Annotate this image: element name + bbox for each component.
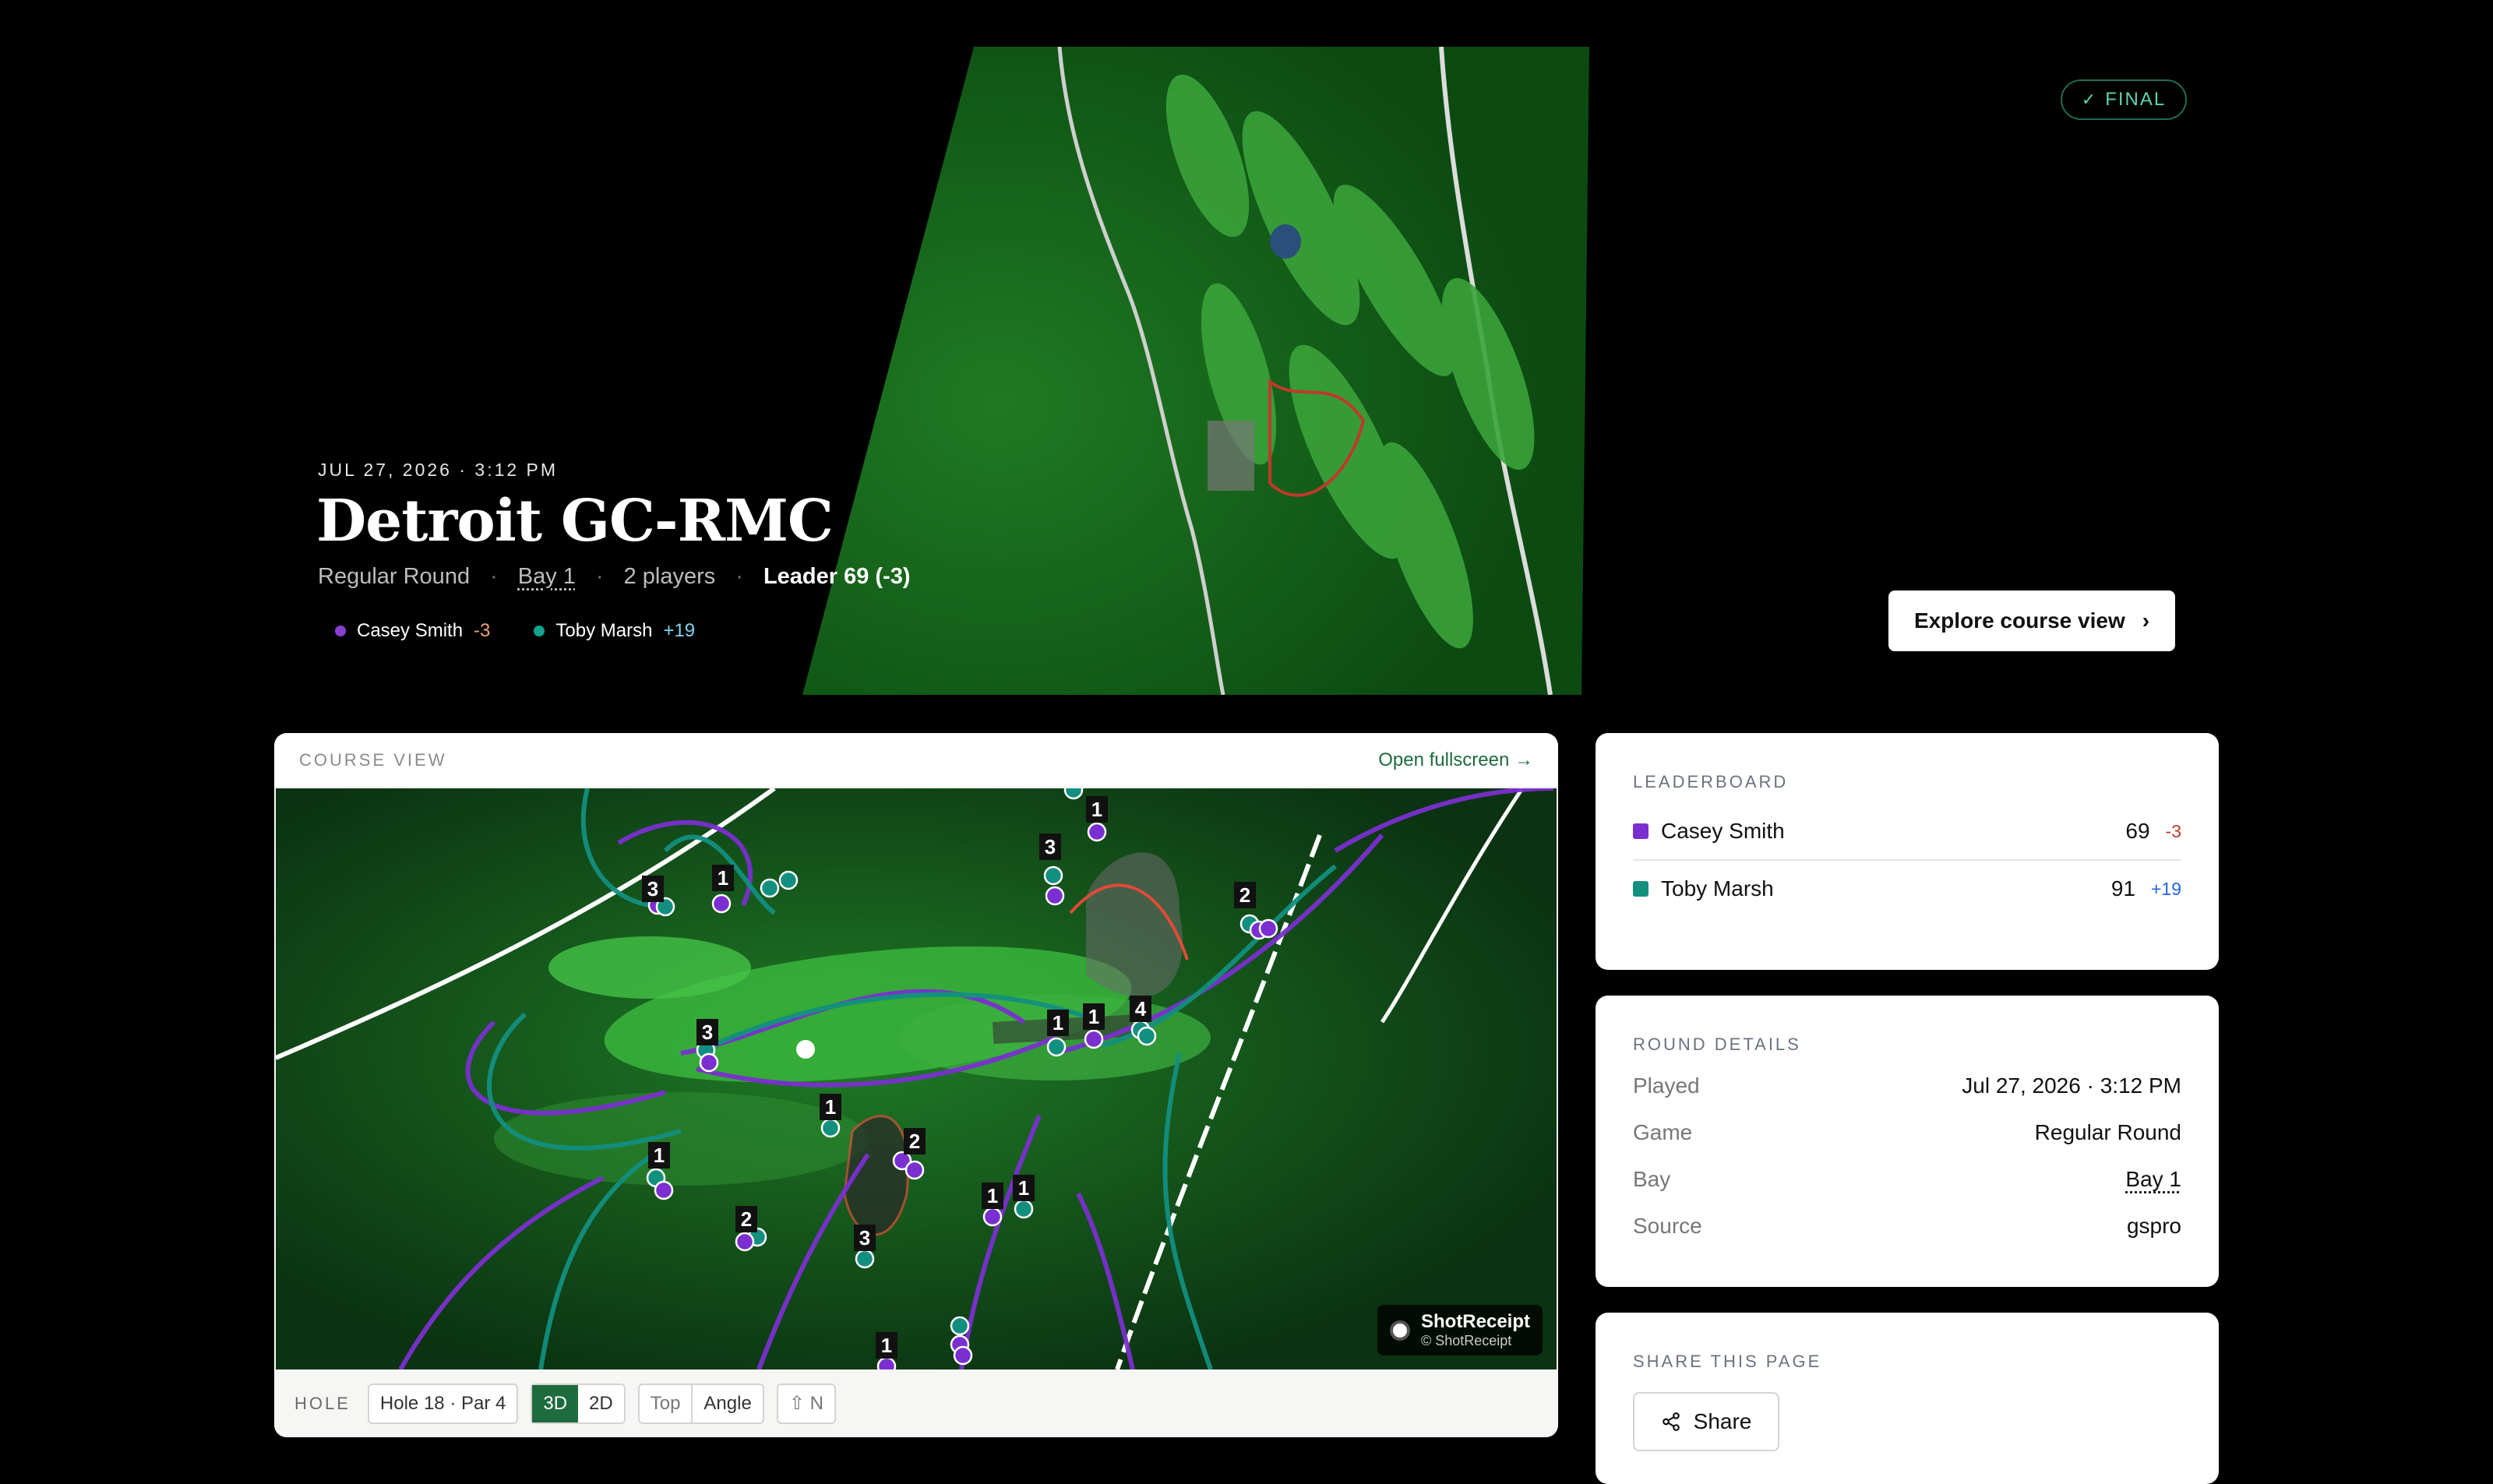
round-details-label: ROUND DETAILS [1633,1035,1801,1054]
separator: · [595,564,604,589]
chevron-right-icon: › [2142,608,2150,633]
share-label: SHARE THIS PAGE [1633,1352,1822,1371]
explore-course-button[interactable]: Explore course view › [1888,590,2175,651]
player-legend-item: Toby Marsh +19 [534,620,695,642]
leaderboard-card: LEADERBOARD Casey Smith 69 -3 Toby Marsh… [1596,733,2219,970]
north-button[interactable]: ⇧ N [776,1383,836,1424]
player-legend-item: Casey Smith -3 [335,620,490,642]
hole-label: HOLE [294,1393,351,1413]
watermark: ShotReceipt © ShotReceipt [1377,1305,1543,1355]
detail-row-game: Game Regular Round [1633,1109,2181,1156]
shot-number-label: 1 [654,1144,665,1167]
player-color-dot [335,626,346,636]
page-title: Detroit GC-RMC [316,488,834,555]
shot-number-label: 2 [909,1130,920,1153]
player-score: +19 [663,620,696,641]
bay-link[interactable]: Bay 1 [518,564,576,590]
detail-value: Regular Round [2034,1120,2181,1144]
hole-select-value: Hole 18 · Par 4 [379,1392,506,1414]
hole-select[interactable]: Hole 18 · Par 4 [367,1383,519,1424]
player-name: Casey Smith [1661,819,1785,843]
shot-number-label: 3 [702,1020,713,1044]
player-score: -3 [474,620,491,641]
view-3d-button[interactable]: 3D [532,1384,579,1422]
shot-number-label: 4 [1135,997,1147,1020]
separator: · [490,564,498,589]
share-button[interactable]: Share [1633,1392,1779,1451]
explore-course-label: Explore course view [1913,608,2125,633]
course-view-label: COURSE VIEW [299,749,447,770]
detail-key: Bay [1633,1167,1671,1191]
detail-row-played: Played Jul 27, 2026 · 3:12 PM [1633,1063,2181,1109]
share-icon [1662,1412,1680,1431]
detail-row-source: Source gspro [1633,1203,2181,1250]
check-icon: ✓ [2081,90,2098,109]
shot-number-label: 1 [1018,1176,1029,1200]
shot-number-label: 1 [1091,798,1102,821]
detail-key: Game [1633,1120,1693,1144]
bay-detail-link[interactable]: Bay 1 [2125,1167,2181,1192]
player-name: Casey Smith [357,620,464,641]
leaderboard-row: Toby Marsh 91 +19 [1633,861,2181,917]
detail-value: gspro [2126,1214,2181,1238]
game-type: Regular Round [318,564,471,589]
player-legend: Casey Smith -3 Toby Marsh +19 [335,620,695,642]
view-mode-toggle: 3D 2D [531,1383,626,1424]
player-color-swatch [1633,823,1648,839]
player-total: 91 [2110,876,2135,901]
shot-number-label: 1 [881,1334,892,1357]
round-details-list: Played Jul 27, 2026 · 3:12 PM Game Regul… [1633,1063,2181,1250]
round-details-card: ROUND DETAILS Played Jul 27, 2026 · 3:12… [1596,996,2219,1287]
leaderboard-row: Casey Smith 69 -3 [1633,803,2181,859]
player-total: 69 [2125,819,2150,843]
shot-number-label: 1 [1053,1011,1063,1035]
north-arrow-label: ⇧ N [788,1393,823,1414]
round-meta: Regular Round · Bay 1 · 2 players · Lead… [318,564,911,590]
round-date: JUL 27, 2026 · 3:12 PM [318,460,559,480]
separator: · [735,564,743,589]
shot-number-label: 3 [1045,835,1056,858]
hero-course-map [802,47,1589,695]
shot-number-label: 2 [1239,883,1250,907]
course-map-3d[interactable]: 3 1 1 3 2 3 1 1 4 1 1 2 2 3 1 1 1 ShotRe… [274,780,1557,1376]
status-badge: ✓ FINAL [2061,79,2187,120]
view-2d-button[interactable]: 2D [578,1385,624,1422]
shot-number-label: 1 [825,1095,836,1119]
camera-angle-button[interactable]: Angle [691,1384,762,1422]
leader-summary: Leader 69 (-3) [763,564,911,589]
player-color-swatch [1633,881,1648,897]
shot-number-label: 3 [859,1226,870,1250]
shot-number-label: 1 [1088,1005,1099,1028]
players-count: 2 players [623,564,716,589]
camera-toggle: Top Angle [637,1383,764,1424]
camera-top-button[interactable]: Top [640,1385,692,1422]
leaderboard-label: LEADERBOARD [1633,772,1789,791]
status-badge-label: FINAL [2105,89,2167,110]
detail-row-bay: Bay Bay 1 [1633,1156,2181,1203]
player-name: Toby Marsh [555,620,653,641]
course-view-card: COURSE VIEW Open fullscreen → 3 1 1 3 2 … [274,733,1558,1437]
open-fullscreen-link[interactable]: Open fullscreen → [1378,749,1533,771]
course-view-header: COURSE VIEW Open fullscreen → [274,733,1558,788]
course-map-canvas[interactable]: 3 1 1 3 2 3 1 1 4 1 1 2 2 3 1 1 1 [274,780,1557,1376]
shot-number-label: 1 [718,866,728,890]
shot-number-label: 2 [741,1207,752,1231]
map-controls: HOLE Hole 18 · Par 4 3D 2D Top Angle ⇧ N [274,1369,1558,1437]
detail-value: Jul 27, 2026 · 3:12 PM [1962,1073,2181,1098]
watermark-title: ShotReceipt [1420,1311,1530,1332]
watermark-subtitle: © ShotReceipt [1420,1333,1512,1348]
player-relative: -3 [2165,820,2181,841]
player-color-dot [534,626,545,636]
share-button-label: Share [1693,1409,1752,1433]
leaderboard-list: Casey Smith 69 -3 Toby Marsh 91 +19 [1633,803,2181,917]
share-card: SHARE THIS PAGE Share [1596,1313,2219,1484]
hero-banner: ✓ FINAL JUL 27, 2026 · 3:12 PM Detroit G… [0,0,2493,717]
detail-key: Played [1633,1073,1700,1098]
player-name: Toby Marsh [1661,876,1774,901]
shotreceipt-logo-icon [1389,1320,1410,1341]
shot-number-label: 1 [987,1184,998,1207]
shot-number-label: 3 [647,877,658,901]
player-relative: +19 [2150,878,2181,899]
detail-key: Source [1633,1214,1702,1238]
